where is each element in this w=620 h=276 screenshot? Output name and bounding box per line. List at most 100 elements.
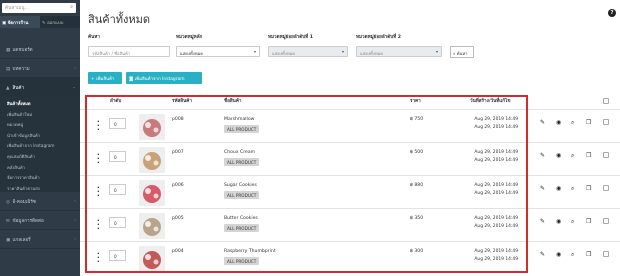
sidebar-item-label: แกลเลอรี่ [12,238,31,244]
sidebar-item-article[interactable]: ▤ บทความ ‹ [0,59,80,78]
product-price: ฿ 300 [410,249,424,254]
edit-icon[interactable]: ✎ [540,152,545,159]
product-thumbnail [139,246,165,272]
row-checkbox[interactable] [603,251,609,257]
view-icon[interactable]: ◉ [556,218,561,225]
add-from-instagram-button[interactable]: ◙ เพิ่มสินค้าจาก Instagram [126,72,202,84]
sub-category-1-select[interactable]: แสดงทั้งหมด ▾ [268,46,348,57]
sidebar-item-ecommerce[interactable]: ◎ อี-คอมเมิร์ซ ‹ [0,192,80,212]
tab-manage-shop[interactable]: ▣ จัดการร้าน [0,16,40,28]
drag-handle-icon[interactable]: · · · [97,185,100,200]
drag-handle-icon[interactable]: · · · [97,152,100,167]
main-category-value: แสดงทั้งหมด [180,51,204,56]
order-input[interactable]: 0 [109,118,126,129]
category-badge: ALL PRODUCT [224,257,260,265]
submenu-instagram[interactable]: เพิ่มสินค้าจาก Instagram [0,139,80,150]
product-name: Raspberry Thumbprint [224,249,276,254]
search-icon[interactable]: ⌕ [571,218,574,226]
updated-date: Aug 29, 2019 14:49 [474,124,518,130]
submenu-category[interactable]: หมวดหมู่ [0,118,80,129]
submenu-pricing[interactable]: จัดการราคาสินค้า [0,171,80,182]
view-icon[interactable]: ◉ [556,119,561,126]
row-checkbox[interactable] [603,185,609,191]
help-icon[interactable]: ? [608,9,616,17]
drag-handle-icon[interactable]: · · · [97,251,100,266]
order-input[interactable]: 0 [109,151,126,162]
chevron-left-icon: ‹ [74,218,76,224]
select-all-checkbox[interactable] [603,98,609,104]
sidebar-item-contact[interactable]: ✉ ข้อมูลการติดต่อ ‹ [0,211,80,231]
updated-date: Aug 29, 2019 14:49 [474,157,518,163]
copy-icon[interactable]: ❐ [586,185,591,192]
view-icon[interactable]: ◉ [556,185,561,192]
search-icon[interactable]: ⌕ [571,152,574,160]
submenu-all-products[interactable]: สินค้าทั้งหมด [0,97,80,108]
created-date: Aug 29, 2019 14:49 [474,183,518,188]
created-date: Aug 29, 2019 14:49 [474,150,518,155]
submenu-shipping-price[interactable]: ราคาสินค้าตามส่ง [0,182,80,193]
created-date: Aug 29, 2019 14:49 [474,249,518,254]
product-code: p008 [172,117,184,122]
updated-date: Aug 29, 2019 14:49 [474,256,518,262]
search-icon[interactable]: ⌕ [571,251,574,259]
updated-date: Aug 29, 2019 14:49 [474,223,518,229]
col-name: ชื่อสินค้า [224,99,242,104]
search-icon[interactable]: ⌕ [571,185,574,193]
sub-category-2-select[interactable]: แสดงทั้งหมด ▾ [356,46,442,57]
search-input[interactable]: รหัสสินค้า / ชื่อสินค้า [88,46,170,57]
tab-design[interactable]: ✎ ออกแบบ [40,16,80,28]
view-icon[interactable]: ◉ [556,251,561,258]
view-icon[interactable]: ◉ [556,152,561,159]
copy-icon[interactable]: ❐ [586,152,591,159]
col-dates: วันที่สร้าง/วันที่แก้ไข [470,99,511,104]
sidebar-item-gallery[interactable]: ▣ แกลเลอรี่ ‹ [0,230,80,250]
search-icon: ⌕ [70,4,73,10]
copy-icon[interactable]: ❐ [586,218,591,225]
add-product-button[interactable]: + เพิ่มสินค้า [88,72,122,84]
drag-handle-icon[interactable]: · · · [97,218,100,233]
submenu-inventory[interactable]: คลังสินค้า [0,161,80,172]
copy-icon[interactable]: ❐ [586,119,591,126]
product-dates: Aug 29, 2019 14:49 Aug 29, 2019 14:49 [462,116,518,131]
drag-handle-icon[interactable]: · · · [97,119,100,134]
page-title: สินค้าทั้งหมด [88,13,151,26]
menu-search-placeholder: ค้นหาเมนู... [5,6,29,11]
search-icon[interactable]: ⌕ [571,119,574,127]
edit-icon[interactable]: ✎ [540,251,545,258]
main-category-select[interactable]: แสดงทั้งหมด ▾ [176,46,260,57]
submenu-attributes[interactable]: คุณสมบัติสินค้า [0,150,80,161]
product-thumbnail-image [139,180,165,206]
product-thumbnail [139,180,165,206]
edit-icon[interactable]: ✎ [540,119,545,126]
submenu-import[interactable]: นำเข้าข้อมูลสินค้า [0,129,80,140]
table-header: ลำดับ รหัสสินค้า ชื่อสินค้า ราคา วันที่ส… [80,94,620,108]
product-dates: Aug 29, 2019 14:49 Aug 29, 2019 14:49 [462,182,518,197]
edit-icon[interactable]: ✎ [540,218,545,225]
row-checkbox[interactable] [603,152,609,158]
add-from-instagram-label: เพิ่มสินค้าจาก Instagram [134,77,185,82]
order-input[interactable]: 0 [109,250,126,261]
table-row: · · · 0 p006 Sugar Cookies ALL PRODUCT ฿ 8… [80,175,620,208]
table-row: · · · 0 p005 Butter Cookies ALL PRODUCT ฿ … [80,208,620,241]
order-input[interactable]: 0 [109,184,126,195]
created-date: Aug 29, 2019 14:49 [474,117,518,122]
search-button[interactable]: ⌕ ค้นหา [450,46,474,58]
sidebar-item-dashboard[interactable]: ▦ แดชบอร์ด [0,40,80,59]
copy-icon[interactable]: ❐ [586,251,591,258]
dashboard-icon: ▦ [6,48,11,53]
submenu-add-product[interactable]: เพิ่มสินค้าใหม่ [0,108,80,119]
sidebar-item-product[interactable]: ▲ สินค้า ⌄ [0,78,80,97]
table-row: · · · 0 p008 Marshmallow ALL PRODUCT ฿ 750… [80,109,620,142]
row-checkbox[interactable] [603,119,609,125]
row-checkbox[interactable] [603,218,609,224]
product-price: ฿ 500 [410,150,424,155]
search-icon: ⌕ [453,51,456,56]
sub-category-1-label: หมวดหมู่ย่อยลำดับที่ 1 [268,35,313,40]
order-input[interactable]: 0 [109,217,126,228]
product-name: Butter Cookies [224,216,258,221]
edit-icon[interactable]: ✎ [540,185,545,192]
menu-search-input[interactable]: ค้นหาเมนู... ⌕ [2,3,76,13]
main-category-label: หมวดหมู่หลัก [176,35,203,40]
table-row: · · · 0 p007 Choux Cream ALL PRODUCT ฿ 500… [80,142,620,175]
sidebar-menu: ▦ แดชบอร์ด ▤ บทความ ‹ ▲ สินค้า ⌄ สินค้าทั้… [0,40,80,250]
